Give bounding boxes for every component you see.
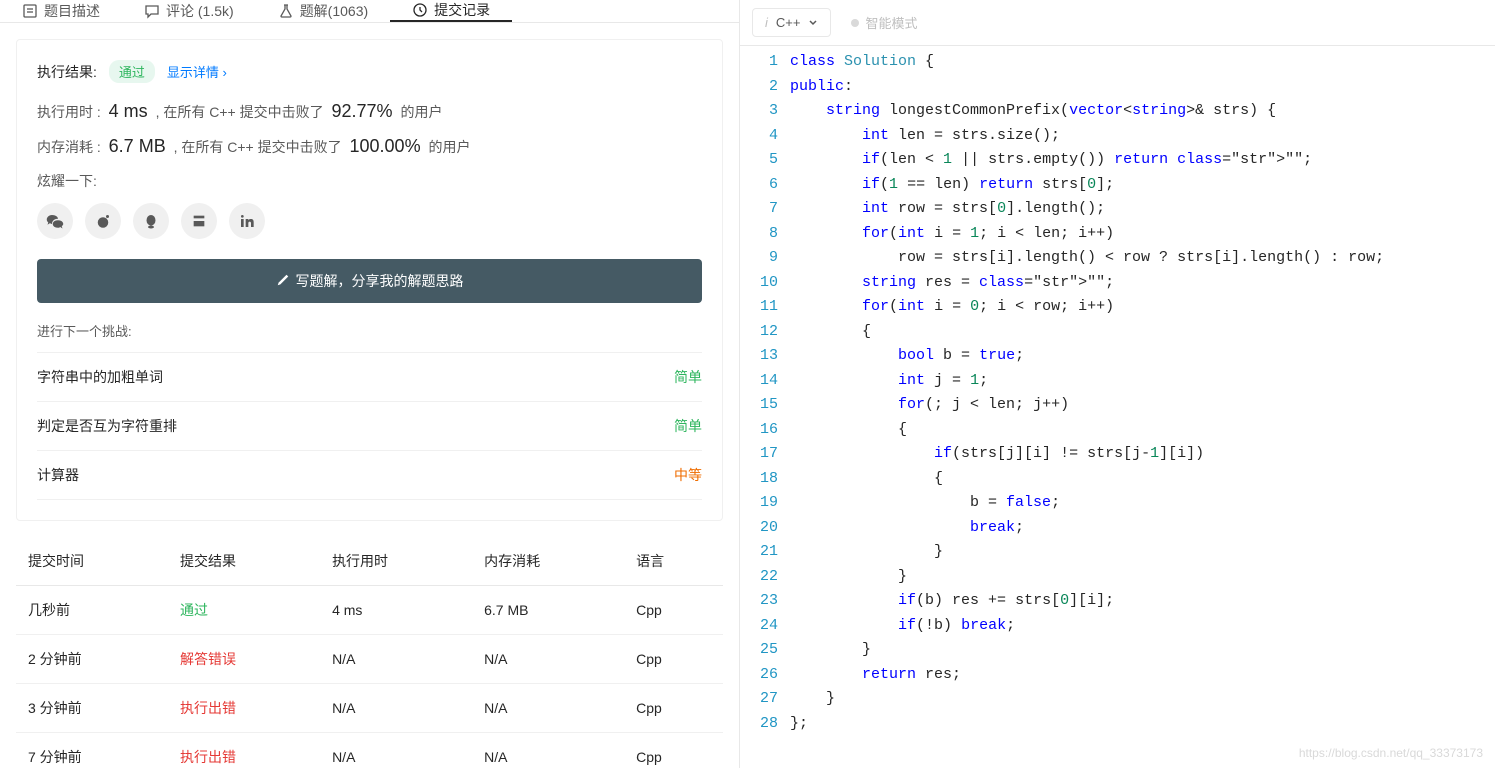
share-label: 炫耀一下: xyxy=(37,171,702,191)
tabs: 题目描述 评论 (1.5k) 题解(1063) 提交记录 xyxy=(0,0,739,23)
table-header: 执行用时 xyxy=(320,537,472,586)
runtime-stat: 执行用时 : 4 ms , 在所有 C++ 提交中击败了 92.77% 的用户 xyxy=(37,101,702,122)
watermark: https://blog.csdn.net/qq_33373173 xyxy=(1299,746,1483,760)
douban-icon[interactable] xyxy=(181,203,217,239)
table-row[interactable]: 2 分钟前解答错误N/AN/ACpp xyxy=(16,635,723,684)
share-icons xyxy=(37,203,702,239)
table-header: 语言 xyxy=(624,537,723,586)
tab-label: 提交记录 xyxy=(434,0,490,20)
table-header: 提交时间 xyxy=(16,537,168,586)
qq-icon[interactable] xyxy=(133,203,169,239)
next-challenge-label: 进行下一个挑战: xyxy=(37,321,702,340)
detail-link[interactable]: 显示详情 › xyxy=(167,62,227,81)
write-solution-button[interactable]: 写题解，分享我的解题思路 xyxy=(37,259,702,303)
comment-icon xyxy=(144,3,160,19)
tab-label: 评论 (1.5k) xyxy=(166,1,234,21)
tab-label: 题目描述 xyxy=(44,1,100,21)
tab-description[interactable]: 题目描述 xyxy=(0,0,122,22)
line-gutter: 1234567891011121314151617181920212223242… xyxy=(740,50,790,768)
status-badge: 通过 xyxy=(109,60,155,83)
mode-indicator: 智能模式 xyxy=(851,13,917,32)
table-header: 提交结果 xyxy=(168,537,320,586)
wechat-icon[interactable] xyxy=(37,203,73,239)
right-panel: i C++ 智能模式 12345678910111213141516171819… xyxy=(740,0,1495,768)
clock-icon xyxy=(412,2,428,18)
challenge-item[interactable]: 判定是否互为字符重排简单 xyxy=(37,402,702,451)
linkedin-icon[interactable] xyxy=(229,203,265,239)
table-row[interactable]: 3 分钟前执行出错N/AN/ACpp xyxy=(16,684,723,733)
info-icon: i xyxy=(765,15,768,30)
result-card: 执行结果: 通过 显示详情 › 执行用时 : 4 ms , 在所有 C++ 提交… xyxy=(16,39,723,521)
chevron-down-icon xyxy=(808,15,818,30)
submission-table: 提交时间提交结果执行用时内存消耗语言 几秒前通过4 ms6.7 MBCpp2 分… xyxy=(16,537,723,768)
weibo-icon[interactable] xyxy=(85,203,121,239)
tab-submissions[interactable]: 提交记录 xyxy=(390,0,512,22)
challenge-item[interactable]: 计算器中等 xyxy=(37,451,702,500)
challenge-list: 字符串中的加粗单词简单判定是否互为字符重排简单计算器中等 xyxy=(37,352,702,500)
flask-icon xyxy=(278,3,294,19)
tab-comments[interactable]: 评论 (1.5k) xyxy=(122,0,256,22)
code-content[interactable]: class Solution {public: string longestCo… xyxy=(790,50,1495,768)
table-row[interactable]: 几秒前通过4 ms6.7 MBCpp xyxy=(16,586,723,635)
left-panel: 题目描述 评论 (1.5k) 题解(1063) 提交记录 执行结果: 通过 显示… xyxy=(0,0,740,768)
code-editor[interactable]: 1234567891011121314151617181920212223242… xyxy=(740,46,1495,768)
memory-stat: 内存消耗 : 6.7 MB , 在所有 C++ 提交中击败了 100.00% 的… xyxy=(37,136,702,157)
editor-toolbar: i C++ 智能模式 xyxy=(740,0,1495,46)
description-icon xyxy=(22,3,38,19)
status-dot-icon xyxy=(851,19,859,27)
table-row[interactable]: 7 分钟前执行出错N/AN/ACpp xyxy=(16,733,723,768)
result-label: 执行结果: xyxy=(37,62,97,82)
tab-label: 题解(1063) xyxy=(300,1,368,21)
language-selector[interactable]: i C++ xyxy=(752,8,831,37)
table-header: 内存消耗 xyxy=(472,537,624,586)
tab-solutions[interactable]: 题解(1063) xyxy=(256,0,390,22)
challenge-item[interactable]: 字符串中的加粗单词简单 xyxy=(37,353,702,402)
pencil-icon xyxy=(276,273,290,290)
